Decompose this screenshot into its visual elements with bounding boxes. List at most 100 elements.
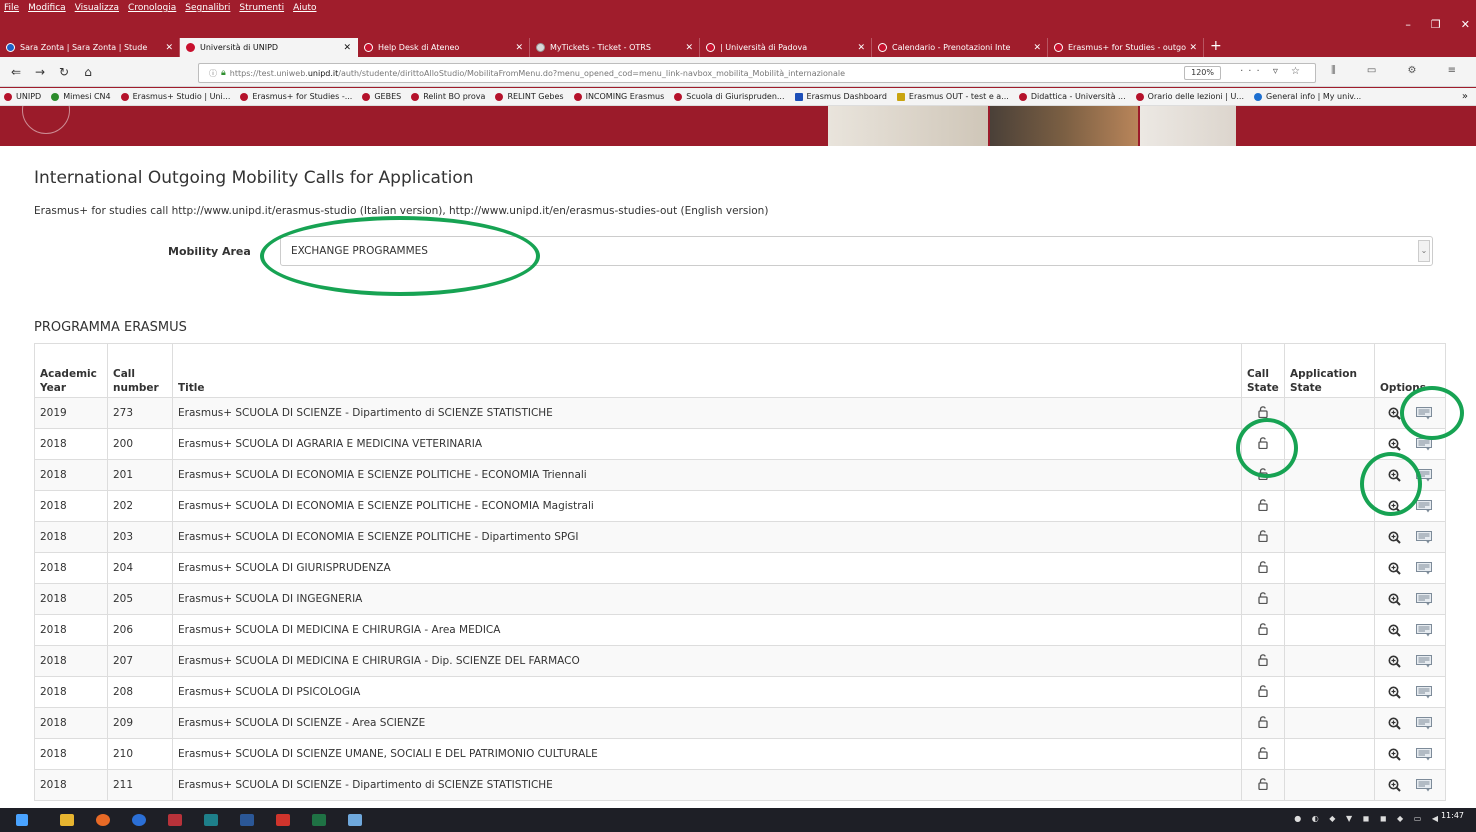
magnifier-plus-icon[interactable] bbox=[1388, 779, 1401, 792]
tab-close-icon[interactable]: ✕ bbox=[343, 43, 351, 53]
magnifier-plus-icon[interactable] bbox=[1388, 686, 1401, 699]
magnifier-plus-icon[interactable] bbox=[1388, 593, 1401, 606]
tab-close-icon[interactable]: ✕ bbox=[857, 43, 865, 53]
document-list-icon[interactable] bbox=[1416, 716, 1433, 730]
document-list-icon[interactable] bbox=[1416, 592, 1433, 606]
cell-application-state bbox=[1284, 583, 1375, 615]
new-tab-button[interactable]: + bbox=[1210, 38, 1222, 57]
mobility-area-select[interactable]: EXCHANGE PROGRAMMES ⌄ bbox=[280, 236, 1433, 266]
browser-tab[interactable]: MyTickets - Ticket - OTRS ✕ bbox=[530, 38, 700, 57]
bookmark-item[interactable]: Relint BO prova bbox=[411, 92, 485, 101]
tab-label: Calendario - Prenotazioni Inte bbox=[892, 43, 1011, 52]
page-actions[interactable]: ··· ▿ ☆ bbox=[1240, 66, 1305, 77]
chevron-down-icon[interactable]: ⌄ bbox=[1418, 240, 1430, 262]
access-icon[interactable] bbox=[168, 814, 182, 826]
tab-close-icon[interactable]: ✕ bbox=[685, 43, 693, 53]
pdf-reader-icon[interactable] bbox=[276, 814, 290, 826]
document-list-icon[interactable] bbox=[1416, 747, 1433, 761]
bookmark-item[interactable]: GEBES bbox=[362, 92, 401, 101]
bookmark-label: Scuola di Giurispruden... bbox=[686, 92, 785, 101]
magnifier-plus-icon[interactable] bbox=[1388, 438, 1401, 451]
back-arrow-icon[interactable]: ⇐ bbox=[8, 65, 24, 79]
bookmark-item[interactable]: Erasmus OUT - test e a... bbox=[896, 92, 1009, 101]
bookmark-item[interactable]: Erasmus Dashboard bbox=[794, 92, 887, 101]
browser-tab[interactable]: Università di UNIPD ✕ bbox=[180, 38, 358, 57]
url-bar[interactable]: ⓘ 🔒︎ https://test.uniweb. unipd.it/auth/s… bbox=[198, 63, 1316, 83]
menu-item[interactable]: File bbox=[4, 3, 19, 13]
taskbar-clock[interactable]: 11:47 bbox=[1441, 811, 1464, 820]
magnifier-plus-icon[interactable] bbox=[1388, 717, 1401, 730]
document-list-icon[interactable] bbox=[1416, 437, 1433, 451]
firefox-icon[interactable] bbox=[96, 814, 110, 826]
document-list-icon[interactable] bbox=[1416, 499, 1433, 513]
bookmark-item[interactable]: Mimesi CN4 bbox=[51, 92, 111, 101]
magnifier-plus-icon[interactable] bbox=[1388, 407, 1401, 420]
bookmark-item[interactable]: Erasmus+ for Studies -... bbox=[240, 92, 352, 101]
word-icon[interactable] bbox=[240, 814, 254, 826]
cell-academic-year: 2018 bbox=[34, 769, 108, 801]
menu-item[interactable]: Segnalibri bbox=[185, 3, 230, 13]
magnifier-plus-icon[interactable] bbox=[1388, 562, 1401, 575]
magnifier-plus-icon[interactable] bbox=[1388, 624, 1401, 637]
navigation-bar: ⇐ → ↻ ⌂ ⓘ 🔒︎ https://test.uniweb. unipd.i… bbox=[0, 57, 1476, 87]
row-options bbox=[1380, 530, 1440, 544]
padlock-icon[interactable]: 🔒︎ bbox=[221, 68, 226, 78]
magnifier-plus-icon[interactable] bbox=[1388, 531, 1401, 544]
bookmarks-more-button[interactable]: » bbox=[1462, 91, 1468, 102]
minimize-button[interactable]: – bbox=[1405, 18, 1411, 31]
publisher-icon[interactable] bbox=[204, 814, 218, 826]
browser-tab[interactable]: Help Desk di Ateneo ✕ bbox=[358, 38, 530, 57]
tab-close-icon[interactable]: ✕ bbox=[165, 43, 173, 53]
document-list-icon[interactable] bbox=[1416, 623, 1433, 637]
magnifier-plus-icon[interactable] bbox=[1388, 748, 1401, 761]
menu-item[interactable]: Aiuto bbox=[293, 3, 316, 13]
bookmark-item[interactable]: Scuola di Giurispruden... bbox=[674, 92, 785, 101]
menu-item[interactable]: Visualizza bbox=[75, 3, 119, 13]
document-list-icon[interactable] bbox=[1416, 406, 1433, 420]
chrome-icon[interactable] bbox=[132, 814, 146, 826]
reload-icon[interactable]: ↻ bbox=[56, 65, 72, 79]
document-list-icon[interactable] bbox=[1416, 468, 1433, 482]
bookmark-item[interactable]: UNIPD bbox=[4, 92, 41, 101]
tab-close-icon[interactable]: ✕ bbox=[1189, 43, 1197, 53]
document-list-icon[interactable] bbox=[1416, 685, 1433, 699]
bookmark-item[interactable]: Erasmus+ Studio | Uni... bbox=[120, 92, 230, 101]
tab-close-icon[interactable]: ✕ bbox=[515, 43, 523, 53]
file-explorer-icon[interactable] bbox=[60, 814, 74, 826]
home-icon[interactable]: ⌂ bbox=[80, 65, 96, 79]
zoom-level[interactable]: 120% bbox=[1184, 66, 1221, 80]
bookmark-item[interactable]: General info | My univ... bbox=[1254, 92, 1361, 101]
document-list-icon[interactable] bbox=[1416, 778, 1433, 792]
browser-tab[interactable]: Erasmus+ for Studies - outgo ✕ bbox=[1048, 38, 1204, 57]
toolbar-icons[interactable]: ⫼ ▭ ⚙ ≡ bbox=[1331, 65, 1470, 76]
browser-tab[interactable]: Sara Zonta | Sara Zonta | Stude ✕ bbox=[0, 38, 180, 57]
cell-academic-year: 2018 bbox=[34, 583, 108, 615]
menu-item[interactable]: Strumenti bbox=[239, 3, 284, 13]
menu-item[interactable]: Modifica bbox=[28, 3, 66, 13]
tab-bar: Sara Zonta | Sara Zonta | Stude ✕ Universi… bbox=[0, 38, 1476, 57]
cell-academic-year: 2018 bbox=[34, 707, 108, 739]
bookmark-item[interactable]: Orario delle lezioni | U... bbox=[1135, 92, 1244, 101]
browser-tab[interactable]: | Università di Padova ✕ bbox=[700, 38, 872, 57]
bookmark-item[interactable]: RELINT Gebes bbox=[495, 92, 564, 101]
cell-title: Erasmus+ SCUOLA DI MEDICINA E CHIRURGIA … bbox=[172, 614, 1242, 646]
photos-icon[interactable] bbox=[348, 814, 362, 826]
tab-close-icon[interactable]: ✕ bbox=[1033, 43, 1041, 53]
magnifier-plus-icon[interactable] bbox=[1388, 655, 1401, 668]
document-list-icon[interactable] bbox=[1416, 561, 1433, 575]
magnifier-plus-icon[interactable] bbox=[1388, 469, 1401, 482]
excel-icon[interactable] bbox=[312, 814, 326, 826]
magnifier-plus-icon[interactable] bbox=[1388, 500, 1401, 513]
bookmark-item[interactable]: INCOMING Erasmus bbox=[573, 92, 664, 101]
bookmark-item[interactable]: Didattica - Università ... bbox=[1018, 92, 1126, 101]
close-window-button[interactable]: ✕ bbox=[1461, 18, 1470, 31]
document-list-icon[interactable] bbox=[1416, 654, 1433, 668]
info-icon[interactable]: ⓘ bbox=[209, 68, 217, 79]
system-tray[interactable]: ● ◐ ◆ ▼ ◼ ◼ ◆ ▭ ◀ bbox=[1294, 814, 1442, 823]
maximize-button[interactable]: ❐ bbox=[1431, 18, 1441, 31]
windows-start-icon[interactable] bbox=[16, 814, 28, 826]
forward-arrow-icon[interactable]: → bbox=[32, 65, 48, 79]
browser-tab[interactable]: Calendario - Prenotazioni Inte ✕ bbox=[872, 38, 1048, 57]
document-list-icon[interactable] bbox=[1416, 530, 1433, 544]
menu-item[interactable]: Cronologia bbox=[128, 3, 176, 13]
